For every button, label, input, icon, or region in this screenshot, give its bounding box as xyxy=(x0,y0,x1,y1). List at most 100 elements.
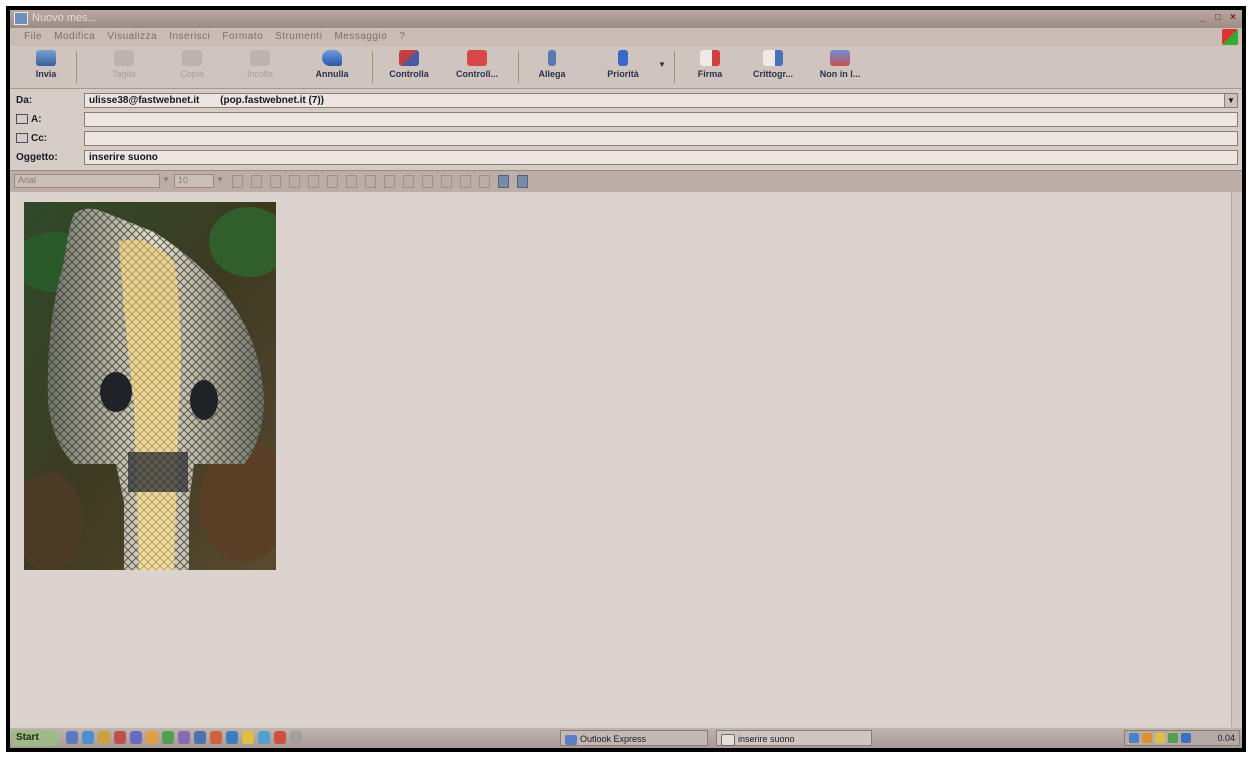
quick-launch-icon[interactable] xyxy=(146,731,158,744)
quick-launch-icon[interactable] xyxy=(162,731,174,744)
minimize-icon[interactable]: _ xyxy=(1196,11,1210,24)
send-button[interactable]: Invia xyxy=(24,48,68,86)
to-field[interactable] xyxy=(84,112,1238,127)
menu-messaggio[interactable]: Messaggio xyxy=(334,31,387,42)
priority-button[interactable]: Priorità xyxy=(594,48,652,86)
decrease-indent-icon[interactable] xyxy=(365,175,376,188)
taskbar-item-outlook[interactable]: Outlook Express xyxy=(560,730,708,746)
quick-launch-icon[interactable] xyxy=(242,731,254,744)
chevron-down-icon[interactable]: ▼ xyxy=(162,175,170,184)
vertical-scrollbar[interactable] xyxy=(1231,192,1242,727)
quick-launch-icon[interactable] xyxy=(130,731,142,744)
tray-icon[interactable] xyxy=(1129,733,1139,743)
quick-launch-icon[interactable] xyxy=(66,731,78,744)
spellcheck-button[interactable]: Controll... xyxy=(446,48,508,86)
toolbar-separator xyxy=(674,51,675,83)
font-color-icon[interactable] xyxy=(308,175,319,188)
format-buttons xyxy=(232,175,528,188)
menu-bar: File Modifica Visualizza Inserisci Forma… xyxy=(10,28,1242,46)
quick-launch-icon[interactable] xyxy=(290,731,302,744)
numbered-list-icon[interactable] xyxy=(327,175,338,188)
menu-visualizza[interactable]: Visualizza xyxy=(107,31,157,42)
undo-button[interactable]: Annulla xyxy=(306,48,358,86)
align-left-icon[interactable] xyxy=(403,175,414,188)
chevron-down-icon[interactable]: ▼ xyxy=(658,60,666,69)
screenshot-border: Nuovo mes... _ □ × File Modifica Visuali… xyxy=(6,6,1246,752)
quick-launch-icon[interactable] xyxy=(178,731,190,744)
horizontal-line-icon[interactable] xyxy=(479,175,490,188)
quick-launch xyxy=(66,731,302,744)
cc-button[interactable]: Cc: xyxy=(16,133,47,144)
quick-launch-icon[interactable] xyxy=(226,731,238,744)
address-book-icon xyxy=(16,133,28,144)
taskbar-item-compose[interactable]: inserire suono xyxy=(716,730,872,746)
quick-launch-icon[interactable] xyxy=(194,731,206,744)
tray-icon[interactable] xyxy=(1181,733,1191,743)
quick-launch-icon[interactable] xyxy=(114,731,126,744)
maximize-icon[interactable]: □ xyxy=(1211,11,1225,24)
menu-modifica[interactable]: Modifica xyxy=(54,31,95,42)
font-size-select[interactable]: 10 xyxy=(174,174,214,188)
system-tray: 0.04 xyxy=(1124,730,1240,746)
menu-inserisci[interactable]: Inserisci xyxy=(169,31,210,42)
align-center-icon[interactable] xyxy=(422,175,433,188)
quick-launch-icon[interactable] xyxy=(274,731,286,744)
font-select[interactable]: Arial xyxy=(14,174,160,188)
scissors-icon xyxy=(114,50,134,66)
from-row: Da: ulisse38@fastwebnet.it (pop.fastwebn… xyxy=(10,92,1242,110)
chevron-down-icon[interactable]: ▼ xyxy=(1224,94,1237,107)
start-button[interactable]: Start xyxy=(12,730,60,746)
cut-button[interactable]: Taglia xyxy=(102,48,146,86)
encrypt-button[interactable]: Crittogr... xyxy=(744,48,802,86)
align-right-icon[interactable] xyxy=(441,175,452,188)
copy-icon xyxy=(182,50,202,66)
quick-launch-icon[interactable] xyxy=(82,731,94,744)
subject-field[interactable]: inserire suono xyxy=(84,150,1238,165)
cc-field[interactable] xyxy=(84,131,1238,146)
offline-icon xyxy=(830,50,850,66)
cc-row: Cc: xyxy=(10,130,1242,148)
offline-button[interactable]: Non in l... xyxy=(810,48,870,86)
subject-label: Oggetto: xyxy=(16,152,58,163)
copy-button[interactable]: Copia xyxy=(170,48,214,86)
quick-launch-icon[interactable] xyxy=(258,731,270,744)
check-names-button[interactable]: Controlla xyxy=(380,48,438,86)
from-select[interactable]: ulisse38@fastwebnet.it (pop.fastwebnet.i… xyxy=(84,93,1238,108)
increase-indent-icon[interactable] xyxy=(384,175,395,188)
menu-help[interactable]: ? xyxy=(399,31,405,42)
mail-app-icon xyxy=(14,12,28,25)
menu-strumenti[interactable]: Strumenti xyxy=(275,31,322,42)
address-book-icon xyxy=(16,114,28,125)
mail-app-icon xyxy=(565,734,577,745)
quick-launch-icon[interactable] xyxy=(210,731,222,744)
clock: 0.04 xyxy=(1217,733,1235,743)
insert-picture-icon[interactable] xyxy=(517,175,528,188)
italic-icon[interactable] xyxy=(270,175,281,188)
menu-formato[interactable]: Formato xyxy=(222,31,263,42)
toolbar: Invia Taglia Copia Incolla Annulla Contr… xyxy=(10,46,1242,89)
subject-row: Oggetto: inserire suono xyxy=(10,149,1242,167)
menu-file[interactable]: File xyxy=(24,31,42,42)
bulleted-list-icon[interactable] xyxy=(346,175,357,188)
tray-icon[interactable] xyxy=(1155,733,1165,743)
toolbar-separator xyxy=(372,51,373,83)
to-button[interactable]: A: xyxy=(16,114,42,125)
tray-icon[interactable] xyxy=(1168,733,1178,743)
close-icon[interactable]: × xyxy=(1226,11,1240,24)
underline-icon[interactable] xyxy=(289,175,300,188)
message-body[interactable] xyxy=(10,192,1242,727)
send-icon xyxy=(36,50,56,66)
bold-icon[interactable] xyxy=(251,175,262,188)
sign-button[interactable]: Firma xyxy=(688,48,732,86)
paste-button[interactable]: Incolla xyxy=(238,48,282,86)
justify-icon[interactable] xyxy=(460,175,471,188)
title-bar[interactable]: Nuovo mes... _ □ × xyxy=(10,10,1242,28)
hyperlink-icon[interactable] xyxy=(498,175,509,188)
chevron-down-icon[interactable]: ▼ xyxy=(216,175,224,184)
attach-button[interactable]: Allega xyxy=(530,48,574,86)
paragraph-style-icon[interactable] xyxy=(232,175,243,188)
window-title: Nuovo mes... xyxy=(32,12,97,24)
taskbar: Start Outlook Express inserire suono 0.0… xyxy=(10,728,1242,748)
quick-launch-icon[interactable] xyxy=(98,731,110,744)
tray-icon[interactable] xyxy=(1142,733,1152,743)
